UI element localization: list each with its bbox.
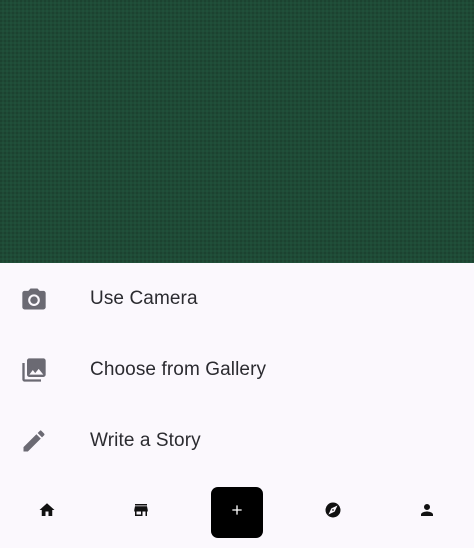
- use-camera-label: Use Camera: [90, 287, 198, 309]
- choose-from-gallery-label: Choose from Gallery: [90, 358, 267, 380]
- pencil-icon: [20, 427, 48, 455]
- nav-home-button[interactable]: [0, 483, 94, 541]
- write-a-story-option[interactable]: Write a Story: [0, 405, 474, 476]
- app-screen: Use Camera Choose from Gallery Write a S…: [0, 0, 474, 548]
- nav-store-button[interactable]: [94, 483, 188, 541]
- home-icon: [38, 501, 56, 524]
- choose-from-gallery-option[interactable]: Choose from Gallery: [0, 334, 474, 405]
- person-icon: [418, 501, 436, 524]
- nav-profile-button[interactable]: [380, 483, 474, 541]
- bottom-navigation-bar: [0, 483, 474, 548]
- camera-icon: [20, 285, 48, 313]
- add-post-button[interactable]: [211, 487, 263, 538]
- use-camera-option[interactable]: Use Camera: [0, 263, 474, 334]
- modal-scrim[interactable]: [0, 0, 474, 263]
- compass-icon: [324, 501, 342, 524]
- add-icon: [229, 502, 245, 523]
- write-a-story-label: Write a Story: [90, 429, 201, 451]
- photo-library-icon: [20, 356, 48, 384]
- nav-explore-button[interactable]: [286, 483, 380, 541]
- store-icon: [132, 501, 150, 524]
- bottom-sheet: Use Camera Choose from Gallery Write a S…: [0, 263, 474, 483]
